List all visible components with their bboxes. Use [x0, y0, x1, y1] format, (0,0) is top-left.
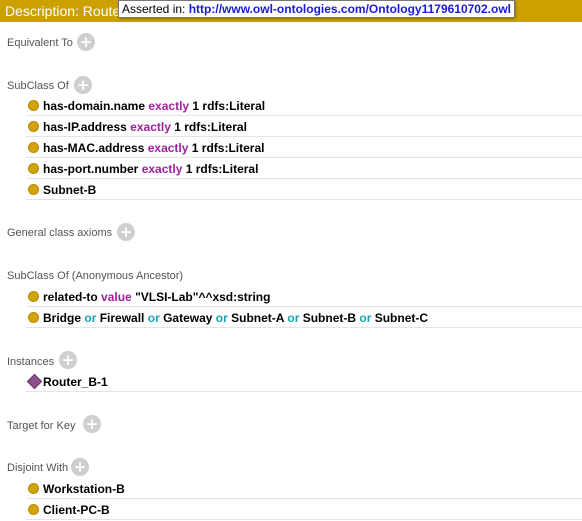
class-icon	[28, 312, 39, 323]
axiom-text: has-MAC.address exactly 1 rdfs:Literal	[43, 141, 265, 155]
add-equivalent-icon[interactable]: +	[77, 33, 95, 51]
class-icon	[28, 142, 39, 153]
axiom-text: related-to value "VLSI-Lab"^^xsd:string	[43, 290, 271, 304]
axiom-text: Subnet-B	[43, 183, 97, 197]
add-disjoint-icon[interactable]: +	[71, 458, 89, 476]
subclass-axiom-row[interactable]: has-MAC.address exactly 1 rdfs:Literal	[26, 138, 582, 158]
ancestor-axiom-row[interactable]: related-to value "VLSI-Lab"^^xsd:string	[26, 287, 582, 307]
subclass-axiom-row[interactable]: has-domain.name exactly 1 rdfs:Literal	[26, 96, 582, 116]
disjoint-with-header: Disjoint With	[7, 462, 69, 474]
general-class-axioms-header: General class axioms	[7, 227, 113, 239]
equivalent-to-header: Equivalent To	[7, 37, 73, 49]
disjoint-class-row[interactable]: Workstation-B	[26, 479, 582, 499]
subclass-axiom-row[interactable]: has-IP.address exactly 1 rdfs:Literal	[26, 117, 582, 137]
subclass-of-header: SubClass Of	[7, 80, 69, 92]
add-general-axiom-icon[interactable]: +	[117, 223, 135, 241]
subclass-axiom-row[interactable]: has-port.number exactly 1 rdfs:Literal	[26, 159, 582, 179]
disjoint-class-row[interactable]: Client-PC-B	[26, 500, 582, 520]
class-icon	[28, 100, 39, 111]
instance-row[interactable]: Router_B-1	[26, 372, 582, 392]
add-instance-icon[interactable]: +	[59, 351, 77, 369]
class-icon	[28, 483, 39, 494]
anonymous-ancestor-header: SubClass Of (Anonymous Ancestor)	[7, 270, 184, 282]
ancestor-axiom-row[interactable]: Bridge or Firewall or Gateway or Subnet-…	[26, 308, 582, 328]
asserted-in-tooltip: Asserted in: http://www.owl-ontologies.c…	[118, 0, 515, 18]
add-key-icon[interactable]: +	[83, 415, 101, 433]
ontology-url-link[interactable]: http://www.owl-ontologies.com/Ontology11…	[189, 2, 511, 16]
class-icon	[28, 504, 39, 515]
disjoint-class-label: Workstation-B	[43, 482, 125, 496]
class-icon	[28, 121, 39, 132]
class-icon	[28, 291, 39, 302]
axiom-text: has-IP.address exactly 1 rdfs:Literal	[43, 120, 247, 134]
target-for-key-header: Target for Key	[7, 420, 76, 432]
tooltip-prefix: Asserted in:	[122, 2, 186, 16]
axiom-text: has-domain.name exactly 1 rdfs:Literal	[43, 99, 266, 113]
individual-icon	[26, 373, 43, 390]
description-title: Description: Router_B	[5, 3, 123, 19]
subclass-axiom-row[interactable]: Subnet-B	[26, 180, 582, 200]
axiom-text: has-port.number exactly 1 rdfs:Literal	[43, 162, 259, 176]
class-icon	[28, 163, 39, 174]
axiom-text: Bridge or Firewall or Gateway or Subnet-…	[43, 311, 429, 325]
instances-header: Instances	[7, 356, 55, 368]
instance-label: Router_B-1	[43, 375, 108, 389]
disjoint-class-label: Client-PC-B	[43, 503, 110, 517]
class-icon	[28, 184, 39, 195]
add-subclass-icon[interactable]: +	[74, 76, 92, 94]
